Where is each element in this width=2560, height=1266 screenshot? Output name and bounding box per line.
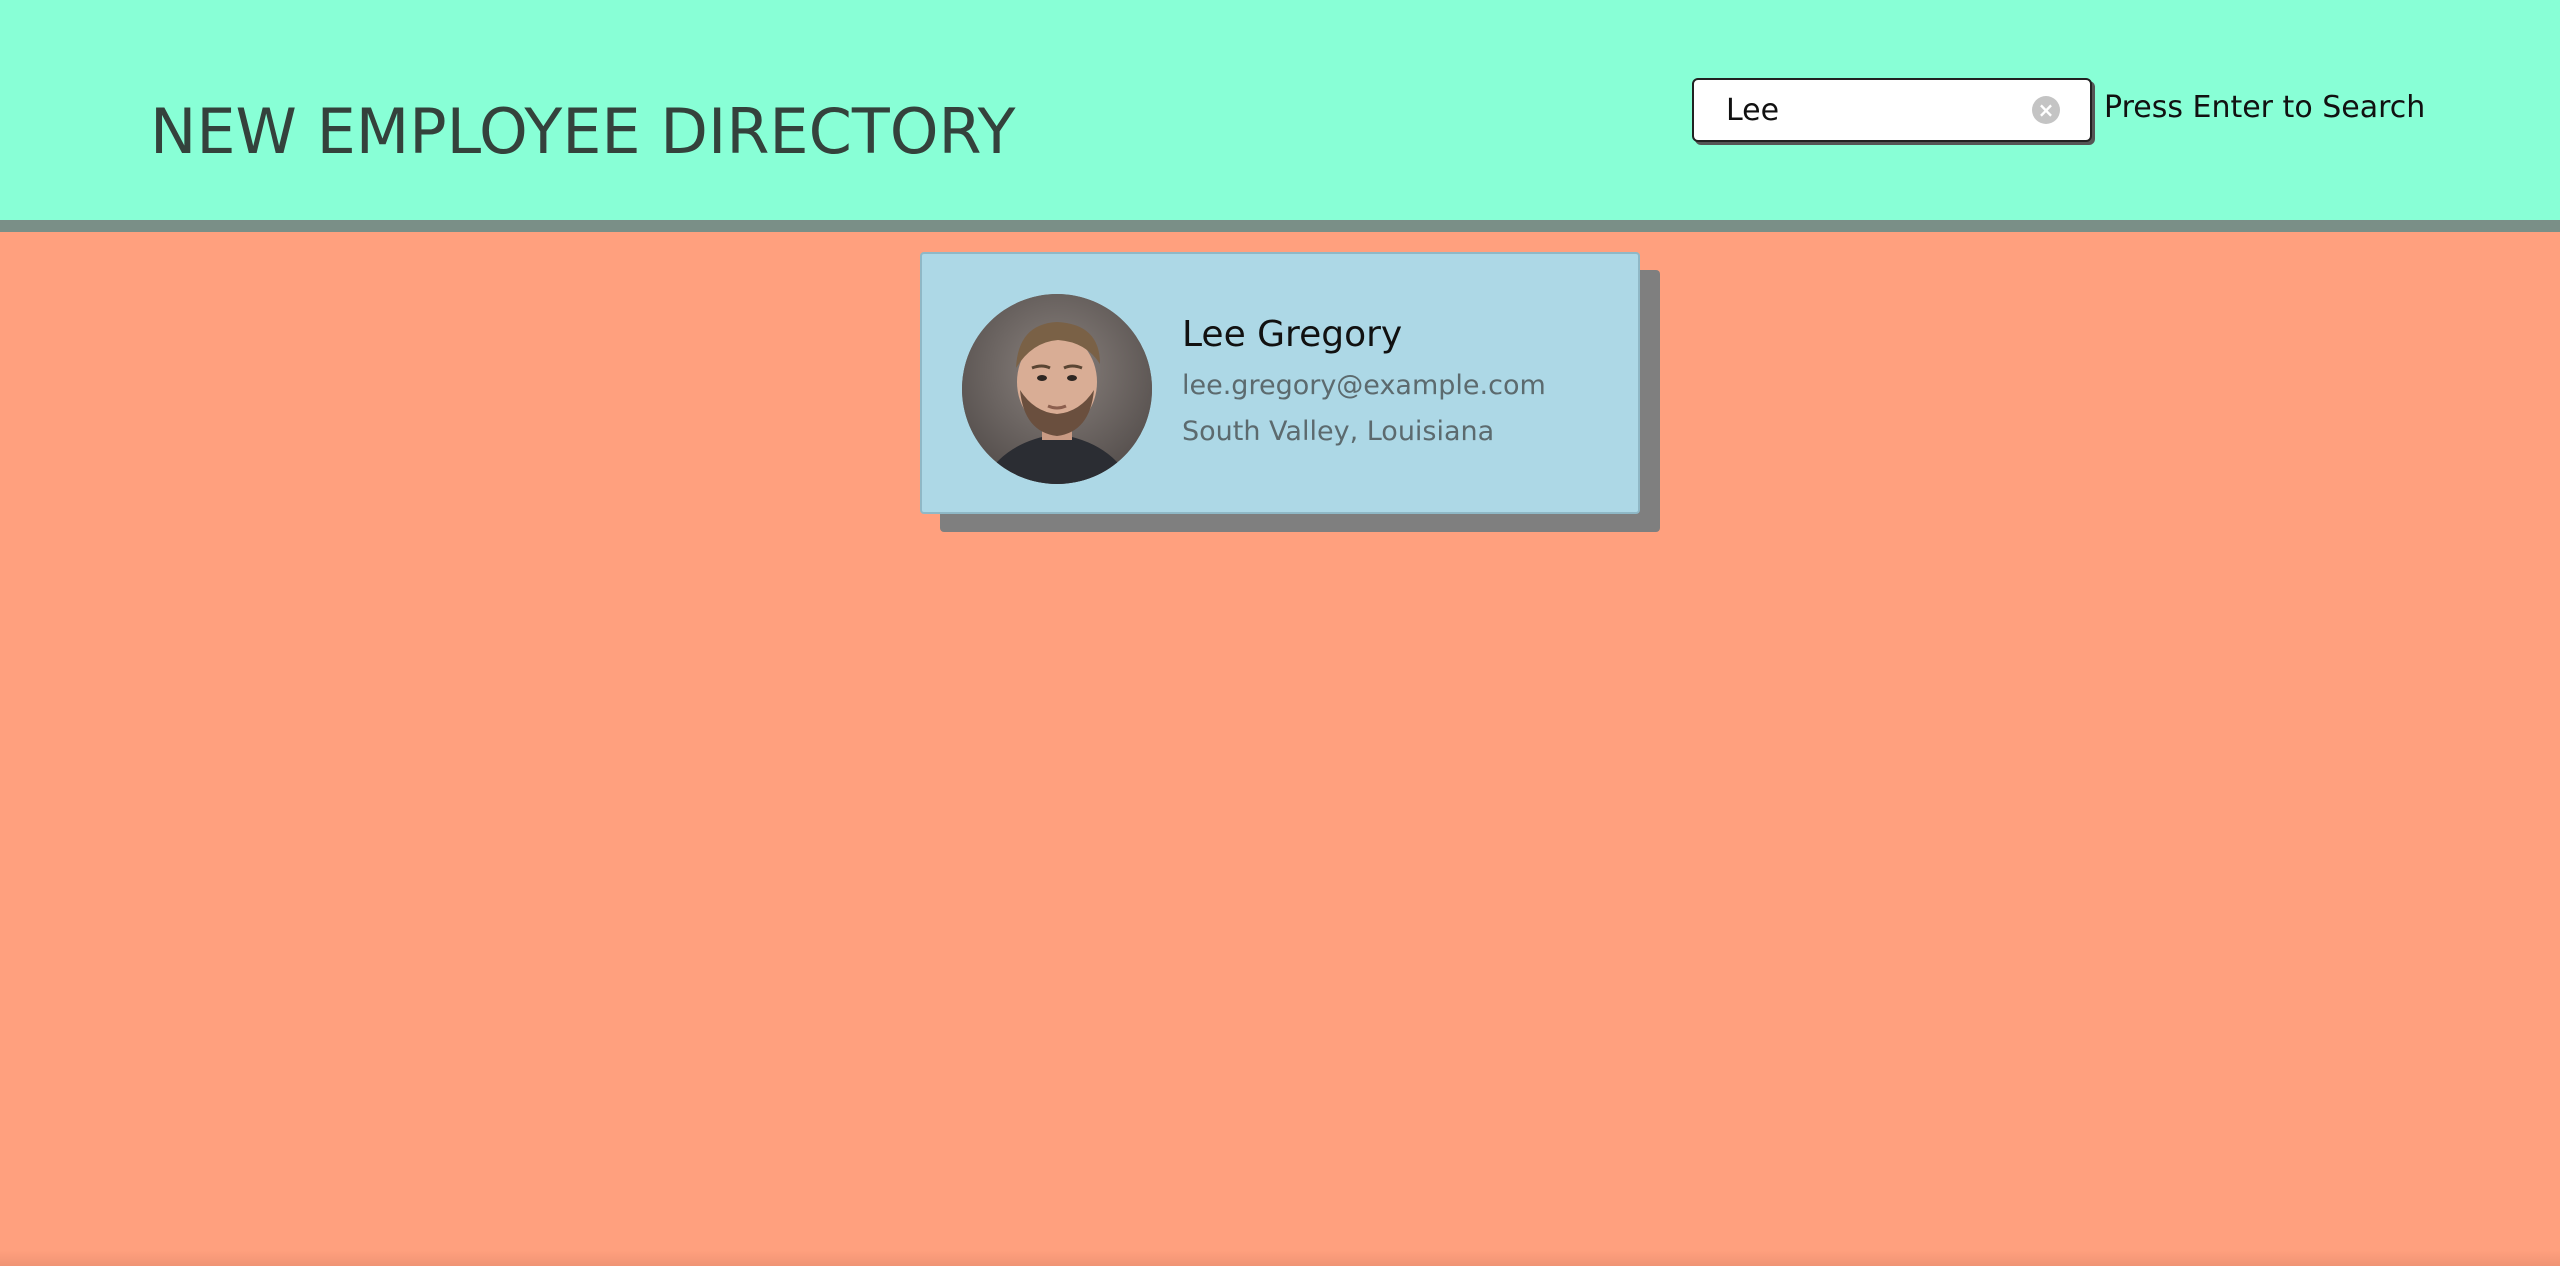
- avatar: [962, 294, 1152, 484]
- employee-email: lee.gregory@example.com: [1182, 370, 1546, 401]
- clear-circle-icon[interactable]: ×: [2032, 96, 2060, 124]
- employee-photo-icon: [962, 294, 1152, 484]
- search-box[interactable]: ×: [1692, 78, 2092, 142]
- employee-card: Lee Gregory lee.gregory@example.com Sout…: [920, 252, 1640, 514]
- page-title: NEW EMPLOYEE DIRECTORY: [150, 95, 1016, 168]
- search-input[interactable]: [1726, 90, 2026, 130]
- header-bar: NEW EMPLOYEE DIRECTORY × Press Enter to …: [0, 0, 2560, 232]
- employee-name: Lee Gregory: [1182, 314, 1403, 355]
- search-hint: Press Enter to Search: [2104, 90, 2426, 125]
- bottom-edge: [0, 1250, 2560, 1266]
- employee-location: South Valley, Louisiana: [1182, 416, 1495, 447]
